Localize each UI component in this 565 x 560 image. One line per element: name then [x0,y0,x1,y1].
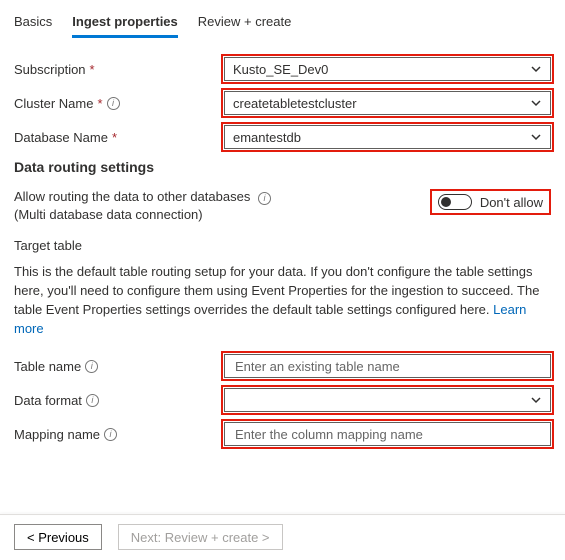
tab-basics[interactable]: Basics [14,10,52,38]
label-subscription: Subscription * [14,62,224,77]
label-mapping-name: Mapping name i [14,427,224,442]
label-cluster: Cluster Name * i [14,96,224,111]
database-select[interactable]: emantestdb [224,125,551,149]
toggle-state-label: Don't allow [480,195,543,210]
mapping-name-input-wrap [224,422,551,446]
info-icon[interactable]: i [86,394,99,407]
label-data-format-text: Data format [14,393,82,408]
subscription-value: Kusto_SE_Dev0 [233,62,328,77]
toggle-knob [441,197,451,207]
row-table-name: Table name i [14,354,551,378]
row-database: Database Name * emantestdb [14,125,551,149]
label-table-name: Table name i [14,359,224,374]
subscription-select[interactable]: Kusto_SE_Dev0 [224,57,551,81]
label-data-format: Data format i [14,393,224,408]
next-review-create-button[interactable]: Next: Review + create > [118,524,283,550]
row-allow-routing: Allow routing the data to other database… [14,189,551,222]
tab-review-create[interactable]: Review + create [198,10,292,38]
previous-button[interactable]: < Previous [14,524,102,550]
label-cluster-text: Cluster Name [14,96,93,111]
allow-routing-toggle[interactable] [438,194,472,210]
label-database-text: Database Name [14,130,108,145]
required-indicator: * [97,96,102,111]
tab-ingest-properties[interactable]: Ingest properties [72,10,177,38]
row-data-format: Data format i [14,388,551,412]
tab-bar: Basics Ingest properties Review + create [14,10,551,39]
row-subscription: Subscription * Kusto_SE_Dev0 [14,57,551,81]
wizard-footer: < Previous Next: Review + create > [14,514,551,550]
label-subscription-text: Subscription [14,62,86,77]
chevron-down-icon [530,63,542,75]
data-format-select[interactable] [224,388,551,412]
info-icon[interactable]: i [85,360,98,373]
row-cluster: Cluster Name * i createtabletestcluster [14,91,551,115]
target-desc-text: This is the default table routing setup … [14,264,539,317]
target-table-description: This is the default table routing setup … [14,263,551,338]
cluster-select[interactable]: createtabletestcluster [224,91,551,115]
allow-routing-toggle-group: Don't allow [430,189,551,215]
allow-routing-label: Allow routing the data to other database… [14,189,250,204]
mapping-name-input[interactable] [233,426,542,443]
info-icon[interactable]: i [104,428,117,441]
chevron-down-icon [530,97,542,109]
heading-data-routing: Data routing settings [14,159,551,175]
chevron-down-icon [530,394,542,406]
info-icon[interactable]: i [107,97,120,110]
allow-routing-text: Allow routing the data to other database… [14,189,430,222]
label-database: Database Name * [14,130,224,145]
label-table-name-text: Table name [14,359,81,374]
info-icon[interactable]: i [258,192,271,205]
database-value: emantestdb [233,130,301,145]
cluster-value: createtabletestcluster [233,96,357,111]
table-name-input[interactable] [233,358,542,375]
label-mapping-name-text: Mapping name [14,427,100,442]
required-indicator: * [112,130,117,145]
chevron-down-icon [530,131,542,143]
row-mapping-name: Mapping name i [14,422,551,446]
allow-routing-sublabel: (Multi database data connection) [14,207,430,222]
table-name-input-wrap [224,354,551,378]
required-indicator: * [90,62,95,77]
heading-target-table: Target table [14,238,551,253]
